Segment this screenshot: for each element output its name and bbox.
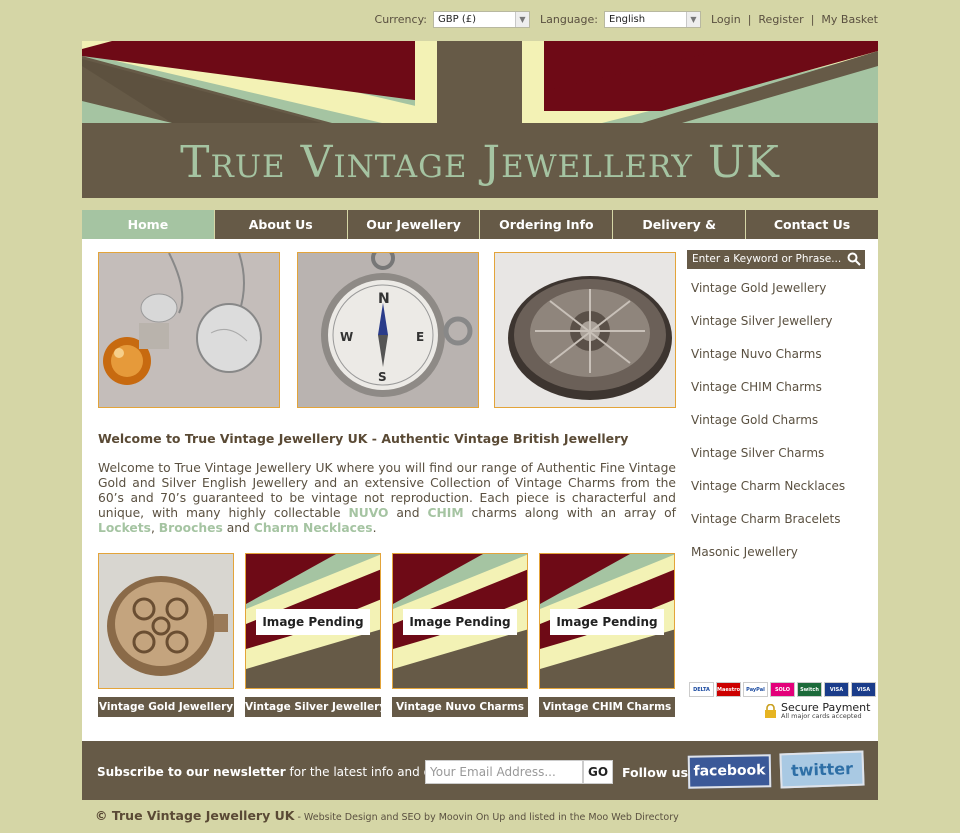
photo-compass: N W E S bbox=[297, 252, 479, 408]
nav-our-jewellery[interactable]: Our Jewellery bbox=[346, 210, 480, 239]
nuvo-link[interactable]: NUVO bbox=[348, 506, 388, 520]
main-content: N W E S Welcome to True Vintage Jeweller… bbox=[82, 239, 878, 741]
login-link[interactable]: Login bbox=[711, 13, 741, 26]
product-image[interactable]: Image Pending bbox=[392, 553, 528, 689]
sidebar-item-charm-bracelets[interactable]: Vintage Charm Bracelets bbox=[691, 512, 845, 545]
sidebar-category-list: Vintage Gold Jewellery Vintage Silver Je… bbox=[691, 281, 845, 578]
follow-us-label: Follow us bbox=[622, 765, 689, 780]
site-title: True Vintage Jewellery UK bbox=[180, 137, 780, 188]
visa-electron-card-icon: VISA Electron bbox=[851, 682, 876, 707]
footer: © True Vintage Jewellery UK - Website De… bbox=[95, 808, 679, 823]
payment-cards: DELTA Maestro PayPal SOLO Switch VISA VI… bbox=[689, 682, 876, 707]
copyright: © True Vintage Jewellery UK bbox=[95, 808, 295, 823]
product-tile[interactable]: Image Pending Vintage CHIM Charms bbox=[539, 553, 675, 717]
switch-card-icon: Switch bbox=[797, 682, 822, 697]
chim-link[interactable]: CHIM bbox=[427, 506, 463, 520]
solo-card-icon: SOLO bbox=[770, 682, 795, 697]
basket-link[interactable]: My Basket bbox=[821, 13, 878, 26]
paypal-icon: PayPal bbox=[743, 682, 768, 697]
sidebar-item-nuvo-charms[interactable]: Vintage Nuvo Charms bbox=[691, 347, 845, 380]
product-image[interactable]: Image Pending bbox=[539, 553, 675, 689]
charm-necklaces-link[interactable]: Charm Necklaces bbox=[254, 521, 373, 535]
image-pending-label: Image Pending bbox=[550, 609, 664, 635]
nav-delivery-returns[interactable]: Delivery & Returns bbox=[612, 210, 745, 261]
svg-text:W: W bbox=[340, 330, 353, 344]
account-links: Login | Register | My Basket bbox=[711, 12, 878, 26]
product-tile[interactable]: Image Pending Vintage Silver Jewellery bbox=[245, 553, 386, 717]
maestro-card-icon: Maestro bbox=[716, 682, 741, 697]
sidebar-item-masonic-jewellery[interactable]: Masonic Jewellery bbox=[691, 545, 845, 578]
sidebar-item-gold-jewellery[interactable]: Vintage Gold Jewellery bbox=[691, 281, 845, 314]
nav-contact-us[interactable]: Contact Us bbox=[745, 210, 878, 239]
product-image[interactable]: Image Pending bbox=[245, 553, 381, 689]
sidebar-item-chim-charms[interactable]: Vintage CHIM Charms bbox=[691, 380, 845, 413]
newsletter-bar: Subscribe to our newsletter for the late… bbox=[82, 741, 878, 800]
image-pending-label: Image Pending bbox=[403, 609, 517, 635]
visa-card-icon: VISA bbox=[824, 682, 849, 697]
go-button[interactable]: GO bbox=[583, 760, 613, 784]
sidebar-item-silver-charms[interactable]: Vintage Silver Charms bbox=[691, 446, 845, 479]
product-image[interactable] bbox=[98, 553, 234, 689]
svg-text:E: E bbox=[416, 330, 424, 344]
welcome-heading: Welcome to True Vintage Jewellery UK - A… bbox=[98, 431, 629, 446]
secure-payment-badge: Secure Payment All major cards accepted bbox=[765, 701, 870, 720]
product-caption[interactable]: Vintage Silver Jewellery bbox=[245, 697, 386, 717]
image-pending-label: Image Pending bbox=[256, 609, 370, 635]
newsletter-text: Subscribe to our newsletter for the late… bbox=[97, 765, 458, 779]
welcome-paragraph: Welcome to True Vintage Jewellery UK whe… bbox=[98, 461, 677, 535]
delta-card-icon: DELTA bbox=[689, 682, 714, 697]
language-select[interactable]: English ▼ bbox=[604, 10, 701, 28]
language-value: English bbox=[609, 13, 646, 25]
photo-marcasite-brooch bbox=[494, 252, 676, 408]
header-banner: True Vintage Jewellery UK bbox=[82, 41, 878, 198]
product-tile[interactable]: Image Pending Vintage Nuvo Charms bbox=[392, 553, 528, 717]
main-nav: Home About Us Our Jewellery Ordering Inf… bbox=[82, 210, 878, 261]
product-caption[interactable]: Vintage Nuvo Charms bbox=[392, 697, 528, 717]
sidebar-item-charm-necklaces[interactable]: Vintage Charm Necklaces bbox=[691, 479, 845, 512]
currency-select[interactable]: GBP (£) ▼ bbox=[433, 10, 530, 28]
currency-value: GBP (£) bbox=[438, 13, 476, 25]
product-caption[interactable]: Vintage Gold Jewellery bbox=[98, 697, 234, 717]
svg-text:N: N bbox=[378, 291, 390, 307]
email-field[interactable]: Your Email Address... bbox=[425, 760, 583, 784]
brooches-link[interactable]: Brooches bbox=[159, 521, 223, 535]
search-placeholder: Enter a Keyword or Phrase... bbox=[692, 253, 842, 265]
facebook-icon[interactable]: facebook bbox=[687, 754, 772, 789]
lockets-link[interactable]: Lockets bbox=[98, 521, 151, 535]
top-bar: Currency: GBP (£) ▼ Language: English ▼ … bbox=[375, 8, 878, 30]
register-link[interactable]: Register bbox=[758, 13, 803, 26]
footer-credits: - Website Design and SEO by Moovin On Up… bbox=[294, 812, 679, 823]
chevron-down-icon: ▼ bbox=[686, 11, 700, 27]
search-input[interactable]: Enter a Keyword or Phrase... bbox=[687, 250, 865, 269]
nav-about-us[interactable]: About Us bbox=[213, 210, 347, 239]
secure-payment-subtext: All major cards accepted bbox=[781, 712, 862, 720]
currency-label: Currency: bbox=[374, 12, 427, 26]
product-caption[interactable]: Vintage CHIM Charms bbox=[539, 697, 675, 717]
sidebar-item-gold-charms[interactable]: Vintage Gold Charms bbox=[691, 413, 845, 446]
search-icon[interactable] bbox=[847, 252, 861, 266]
lock-icon bbox=[765, 704, 776, 718]
chevron-down-icon: ▼ bbox=[515, 11, 529, 27]
sidebar-item-silver-jewellery[interactable]: Vintage Silver Jewellery bbox=[691, 314, 845, 347]
photo-charm-lockets bbox=[98, 252, 280, 408]
product-tile[interactable]: Vintage Gold Jewellery bbox=[98, 553, 234, 717]
language-label: Language: bbox=[540, 12, 598, 26]
svg-text:S: S bbox=[378, 370, 387, 384]
nav-ordering-info[interactable]: Ordering Info bbox=[479, 210, 612, 239]
twitter-icon[interactable]: twitter bbox=[779, 750, 865, 789]
nav-home[interactable]: Home bbox=[82, 210, 214, 239]
